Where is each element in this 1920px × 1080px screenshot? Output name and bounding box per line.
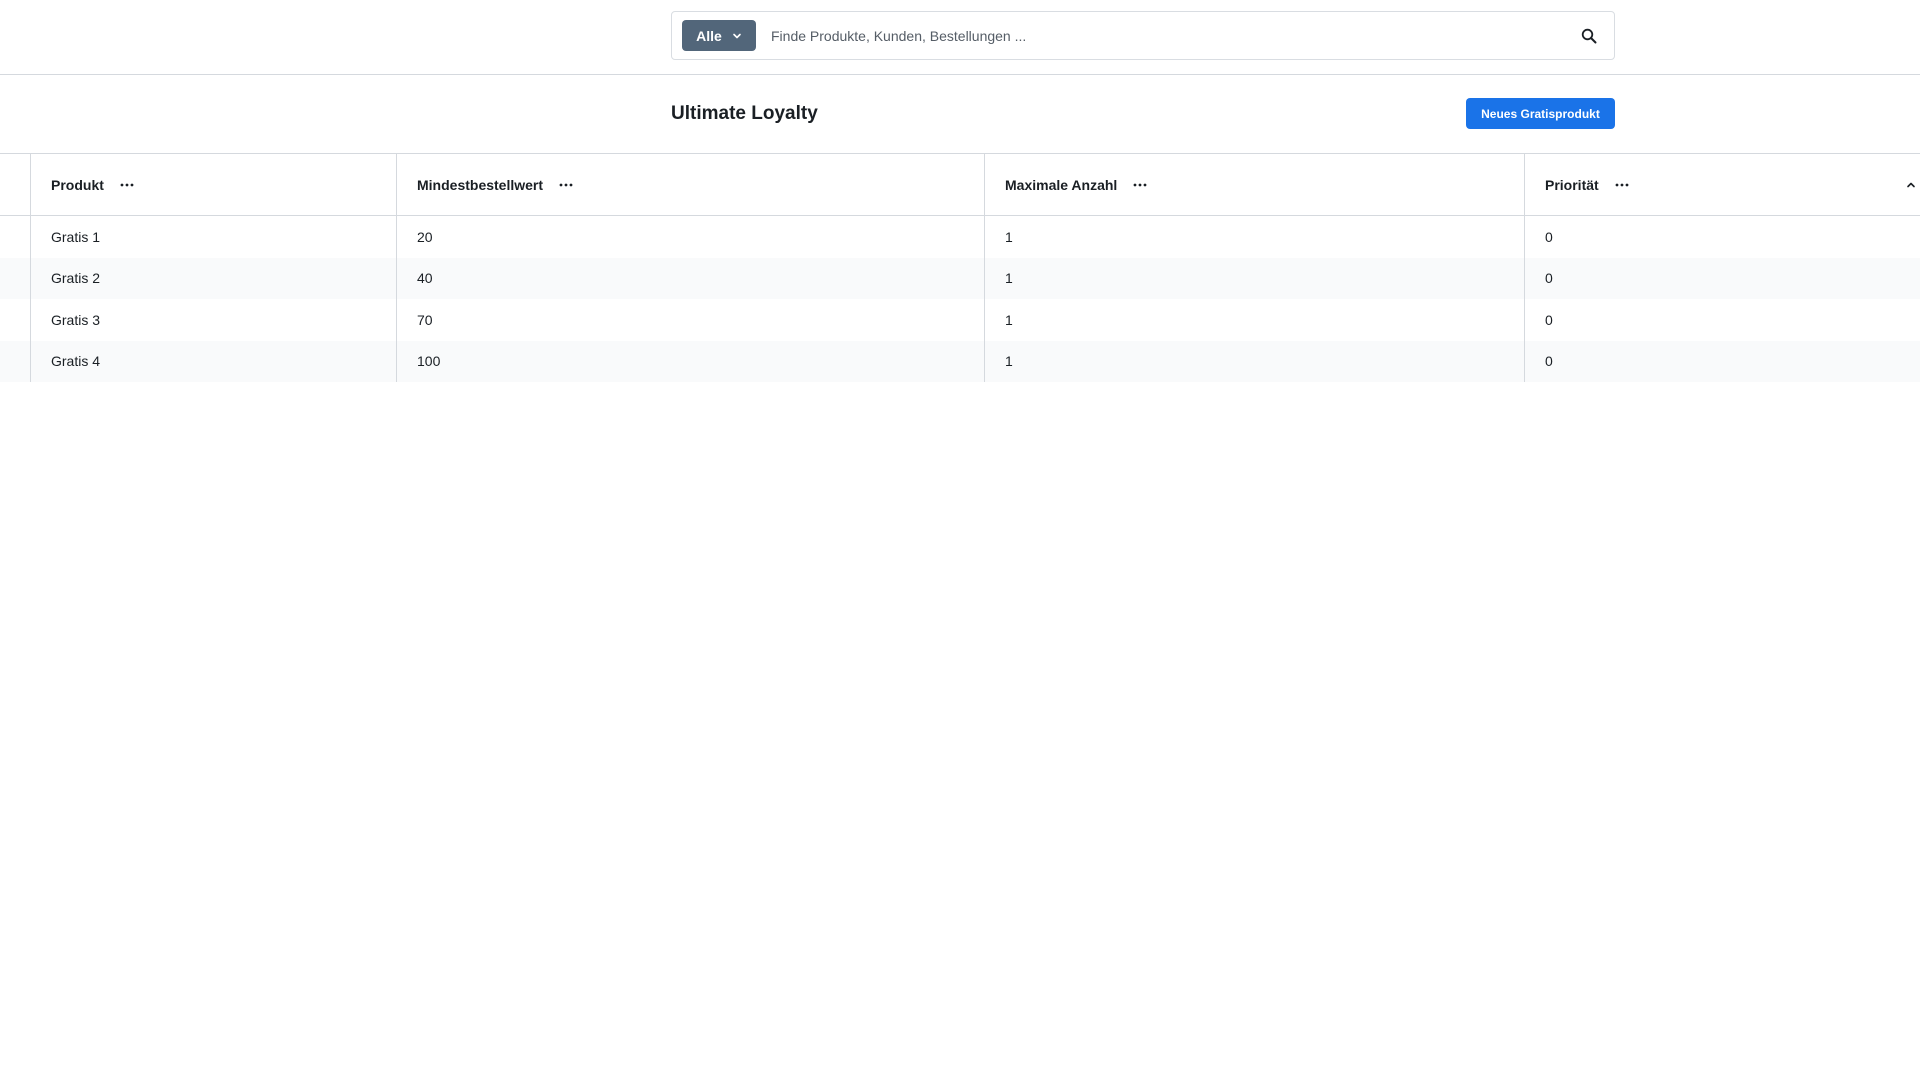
column-menu-icon[interactable] — [557, 176, 575, 194]
new-free-product-button[interactable]: Neues Gratisprodukt — [1466, 98, 1615, 129]
cell-produkt[interactable]: Gratis 4 — [31, 340, 397, 382]
search-input[interactable] — [756, 12, 1564, 59]
cell-produkt[interactable]: Gratis 1 — [31, 216, 397, 258]
cell-mindestbestellwert[interactable]: 20 — [397, 216, 985, 258]
column-menu-icon[interactable] — [118, 176, 136, 194]
cell-maximale-anzahl[interactable]: 1 — [985, 216, 1525, 258]
table-row[interactable]: Gratis 1 20 1 0 — [0, 216, 1920, 258]
search-scope-dropdown[interactable]: Alle — [682, 20, 756, 51]
table-row[interactable]: Gratis 2 40 1 0 — [0, 257, 1920, 300]
table-row[interactable]: Gratis 3 70 1 0 — [0, 299, 1920, 341]
cell-prioritaet[interactable]: 0 — [1525, 299, 1920, 341]
grid-selection-column — [0, 154, 31, 215]
cell-maximale-anzahl[interactable]: 1 — [985, 257, 1525, 299]
cell-mindestbestellwert[interactable]: 100 — [397, 340, 985, 382]
cell-mindestbestellwert[interactable]: 70 — [397, 299, 985, 341]
column-header-prioritaet[interactable]: Priorität — [1525, 154, 1920, 215]
cell-maximale-anzahl[interactable]: 1 — [985, 299, 1525, 341]
cell-prioritaet[interactable]: 0 — [1525, 258, 1920, 300]
chevron-up-icon[interactable] — [1904, 178, 1918, 192]
column-menu-icon[interactable] — [1613, 176, 1631, 194]
chevron-down-icon — [733, 33, 741, 38]
column-menu-icon[interactable] — [1131, 176, 1149, 194]
cell-prioritaet[interactable]: 0 — [1525, 341, 1920, 383]
column-header-maximale-anzahl[interactable]: Maximale Anzahl — [985, 154, 1525, 215]
cell-prioritaet[interactable]: 0 — [1525, 216, 1920, 258]
cell-mindestbestellwert[interactable]: 40 — [397, 257, 985, 299]
table-row[interactable]: Gratis 4 100 1 0 — [0, 340, 1920, 383]
search-icon — [1581, 28, 1597, 43]
column-header-produkt[interactable]: Produkt — [31, 154, 397, 215]
search-button[interactable] — [1564, 12, 1614, 59]
grid-header-row: Produkt Mindestbestellwert Maximale Anza… — [0, 154, 1920, 216]
column-header-mindestbestellwert[interactable]: Mindestbestellwert — [397, 154, 985, 215]
cell-produkt[interactable]: Gratis 2 — [31, 257, 397, 299]
page-title: Ultimate Loyalty — [671, 103, 818, 124]
cell-produkt[interactable]: Gratis 3 — [31, 299, 397, 341]
global-search: Alle — [671, 11, 1615, 60]
free-products-grid: Produkt Mindestbestellwert Maximale Anza… — [0, 154, 1920, 382]
top-bar: Alle — [0, 0, 1920, 75]
cell-maximale-anzahl[interactable]: 1 — [985, 340, 1525, 382]
search-scope-label: Alle — [696, 27, 722, 44]
page-header: Ultimate Loyalty Neues Gratisprodukt — [0, 76, 1920, 154]
